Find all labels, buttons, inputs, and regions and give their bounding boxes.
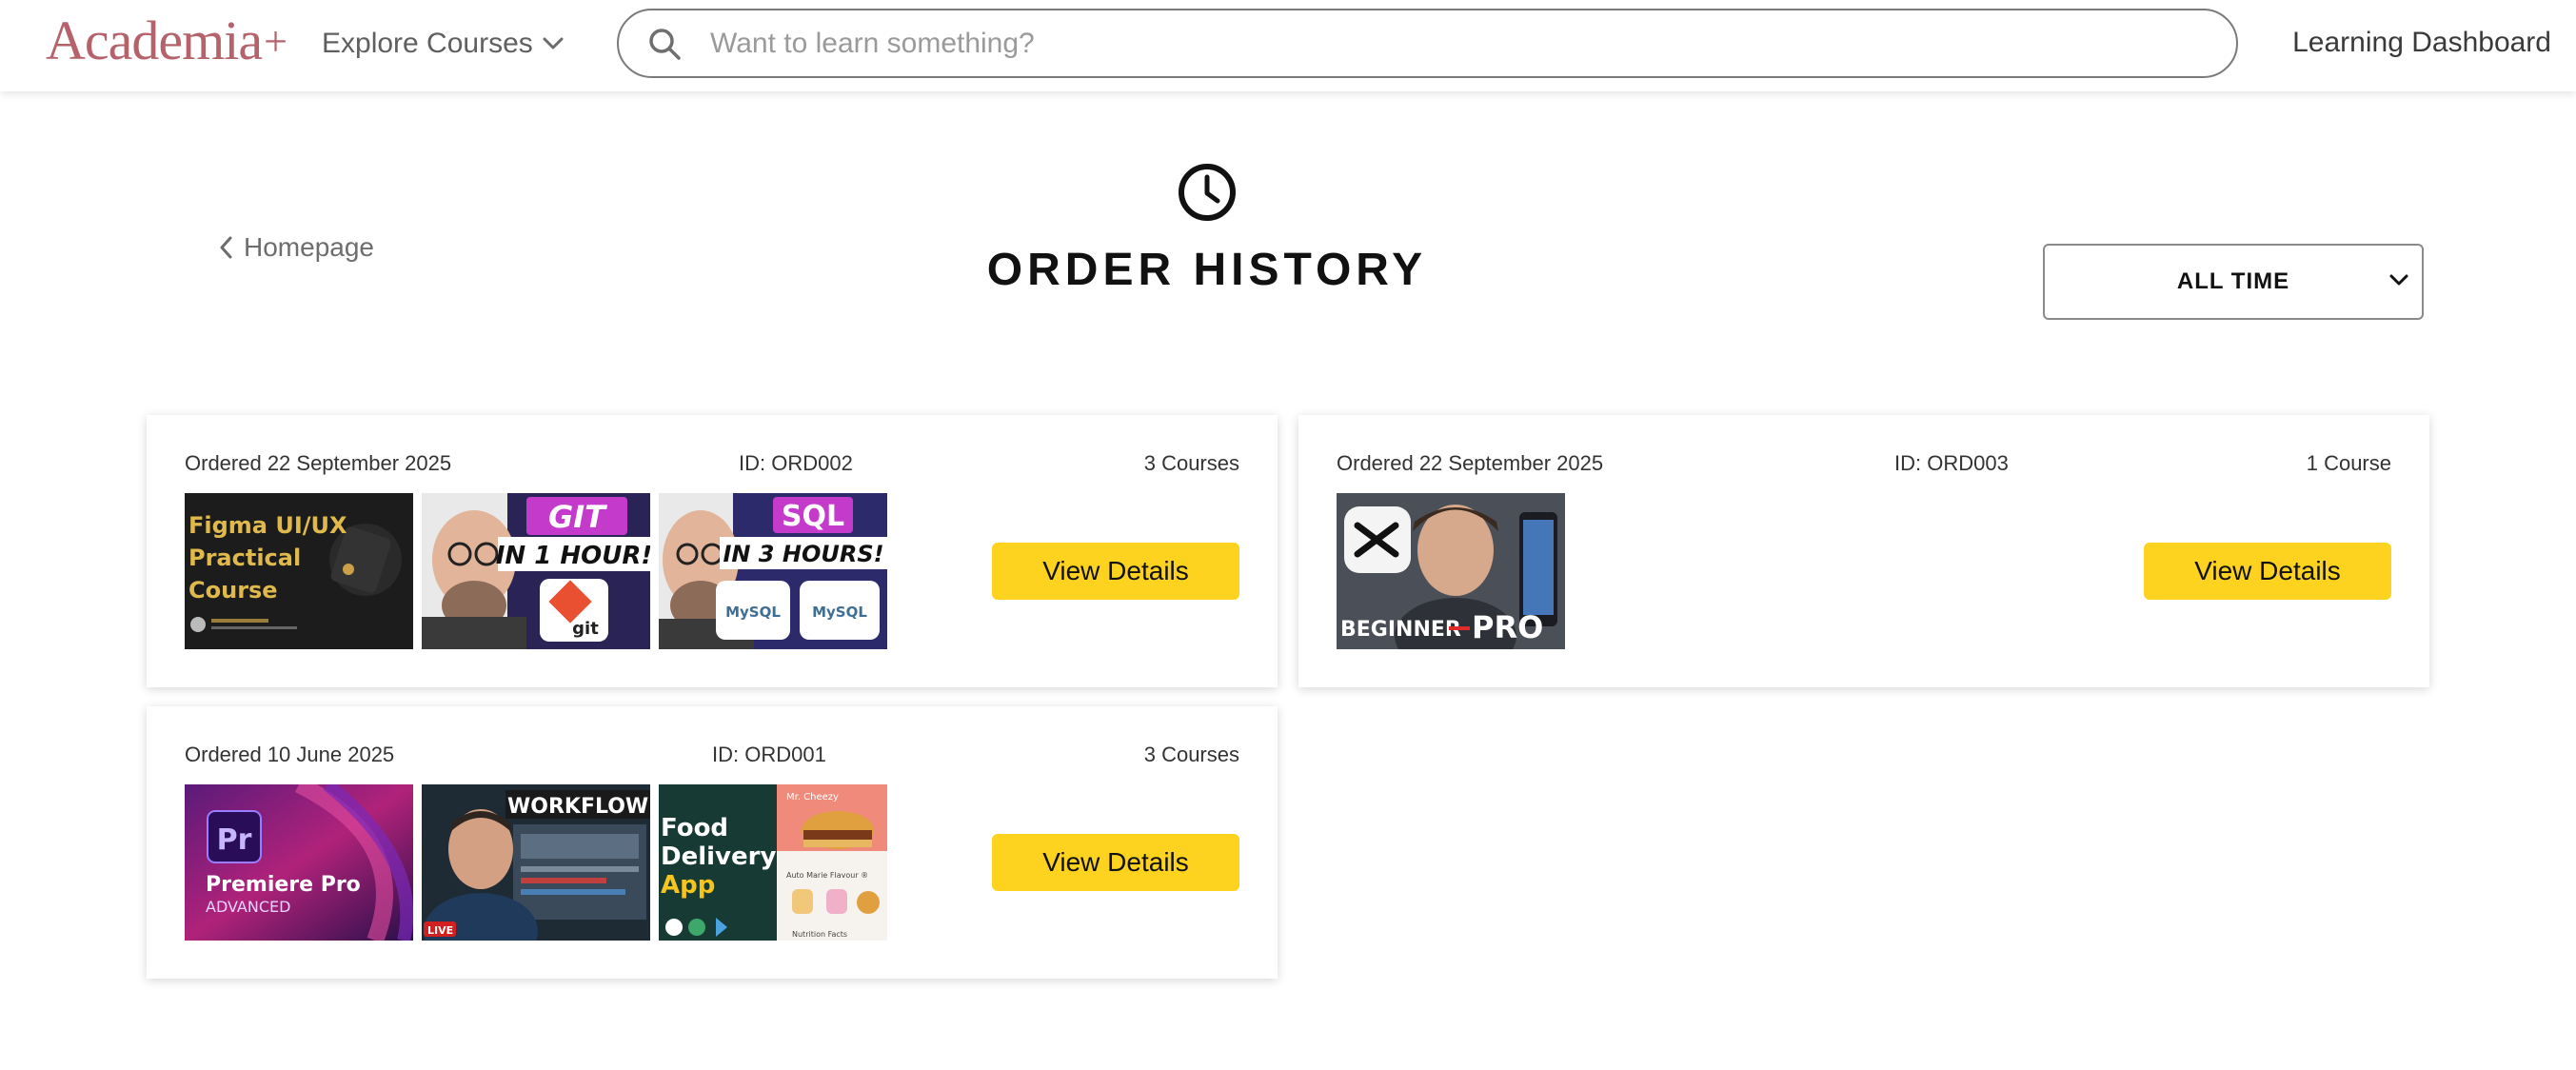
view-details-button[interactable]: View Details <box>2144 543 2391 600</box>
svg-text:WORKFLOW H: WORKFLOW H <box>507 795 650 819</box>
top-navbar: Academia+ Explore Courses Learning Dashb… <box>0 0 2576 91</box>
course-count: 3 Courses <box>1143 451 1239 475</box>
view-details-button[interactable]: View Details <box>992 543 1239 600</box>
svg-text:PRO: PRO <box>1472 609 1543 645</box>
svg-text:ADVANCED: ADVANCED <box>206 898 290 916</box>
svg-text:Practical: Practical <box>188 545 301 571</box>
back-to-homepage-link[interactable]: Homepage <box>219 232 374 263</box>
order-card: Ordered 10 June 2025 ID: ORD001 3 Course… <box>147 706 1278 979</box>
svg-text:Nutrition Facts: Nutrition Facts <box>792 930 847 939</box>
explore-courses-menu[interactable]: Explore Courses <box>322 25 564 63</box>
course-thumbnail-figma[interactable]: Figma UI/UX Practical Course <box>185 493 413 649</box>
order-card: Ordered 22 September 2025 ID: ORD003 1 C… <box>1298 415 2429 687</box>
view-details-button[interactable]: View Details <box>992 834 1239 891</box>
svg-text:SQL: SQL <box>782 500 844 533</box>
explore-courses-label: Explore Courses <box>322 28 533 59</box>
order-id: ID: ORD001 <box>712 743 826 766</box>
svg-text:GIT: GIT <box>548 499 607 535</box>
course-thumbnail-workflow[interactable]: WORKFLOW H LIVE <box>422 784 650 941</box>
svg-text:Figma UI/UX: Figma UI/UX <box>188 512 347 539</box>
svg-text:git: git <box>572 619 599 639</box>
course-thumbnails: BEGINNER PRO <box>1337 493 1565 649</box>
course-thumbnail-git[interactable]: GIT IN 1 HOUR! git <box>422 493 650 649</box>
svg-text:Food: Food <box>661 814 728 842</box>
order-date: Ordered 22 September 2025 <box>1337 451 1604 475</box>
svg-text:App: App <box>661 871 715 900</box>
course-thumbnail-food-delivery[interactable]: Mr. Cheezy Auto Marie Flavour ® Nutritio… <box>659 784 887 941</box>
svg-text:MySQL: MySQL <box>725 604 781 621</box>
learning-dashboard-link[interactable]: Learning Dashboard <box>2292 27 2551 59</box>
svg-text:IN 3 HOURS!: IN 3 HOURS! <box>723 541 883 567</box>
back-label: Homepage <box>244 232 374 262</box>
svg-text:Pr: Pr <box>217 823 252 857</box>
search-icon <box>649 28 681 60</box>
svg-text:Auto Marie Flavour ®: Auto Marie Flavour ® <box>786 871 868 880</box>
time-filter-select[interactable]: ALL TIME <box>2043 244 2424 320</box>
course-count: 1 Course <box>2306 451 2391 475</box>
search-input[interactable] <box>710 27 2138 60</box>
svg-text:BEGINNER: BEGINNER <box>1340 618 1461 642</box>
course-count: 3 Courses <box>1143 743 1239 766</box>
chevron-down-icon <box>2389 274 2408 286</box>
search-bar <box>617 9 2238 78</box>
chevron-down-icon <box>543 37 564 50</box>
order-id: ID: ORD002 <box>739 451 853 475</box>
svg-text:IN 1 HOUR!: IN 1 HOUR! <box>496 542 650 570</box>
svg-text:Mr. Cheezy: Mr. Cheezy <box>786 792 839 802</box>
course-thumbnails: Pr Premiere Pro ADVANCED WORKFLOW H LIVE <box>185 784 887 941</box>
course-thumbnail-premiere[interactable]: Pr Premiere Pro ADVANCED <box>185 784 413 941</box>
svg-text:Delivery: Delivery <box>661 842 776 871</box>
time-filter-value: ALL TIME <box>2176 268 2290 294</box>
order-id: ID: ORD003 <box>1894 451 2009 475</box>
order-date: Ordered 22 September 2025 <box>185 451 452 475</box>
clock-icon <box>1179 164 1236 221</box>
svg-text:MySQL: MySQL <box>812 604 867 621</box>
order-card: Ordered 22 September 2025 ID: ORD002 3 C… <box>147 415 1278 687</box>
order-date: Ordered 10 June 2025 <box>185 743 395 766</box>
course-thumbnails: Figma UI/UX Practical Course GIT IN 1 HO… <box>185 493 887 649</box>
course-thumbnail-capcut[interactable]: BEGINNER PRO <box>1337 493 1565 649</box>
academia-logo[interactable]: Academia+ <box>46 8 287 74</box>
course-thumbnail-sql[interactable]: SQL IN 3 HOURS! MySQL MySQL <box>659 493 887 649</box>
svg-text:Course: Course <box>188 577 278 604</box>
svg-text:LIVE: LIVE <box>427 924 453 937</box>
svg-text:Premiere Pro: Premiere Pro <box>206 873 361 897</box>
chevron-left-icon <box>220 236 232 259</box>
